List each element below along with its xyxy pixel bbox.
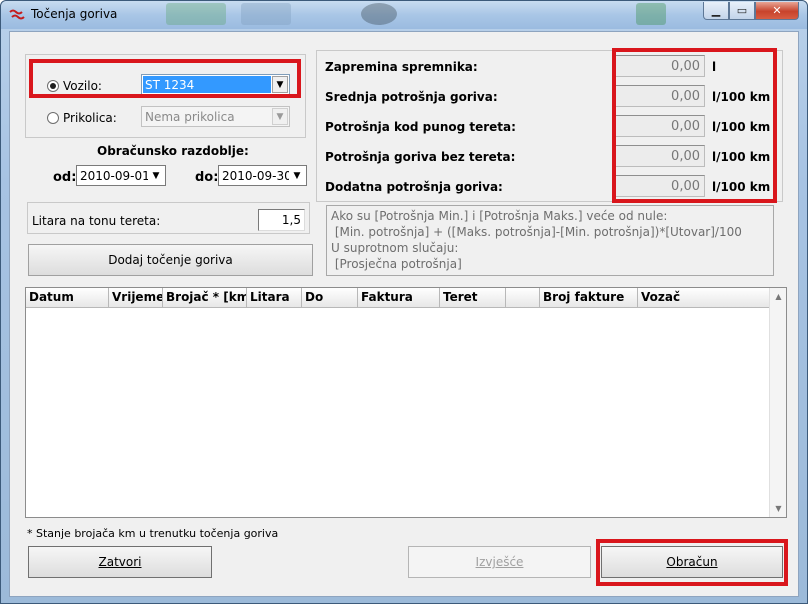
window-title: Točenja goriva — [31, 7, 118, 21]
close-button[interactable]: Zatvori — [28, 546, 212, 578]
formula-line: U suprotnom slučaju: — [331, 241, 459, 255]
formula-line: [Prosječna potrošnja] — [331, 257, 462, 271]
add-refuel-label: Dodaj točenje goriva — [108, 253, 233, 267]
minimize-button[interactable]: ▁ — [703, 2, 729, 20]
title-bg-decoration — [241, 3, 291, 25]
chevron-down-icon[interactable]: ▼ — [148, 167, 164, 184]
to-date-value: 2010-09-30 — [222, 169, 292, 183]
maximize-button[interactable]: ▭ — [729, 2, 755, 20]
from-date-picker[interactable]: 2010-09-01 ▼ — [76, 165, 166, 186]
title-bg-decoration — [361, 3, 397, 25]
consumption-label-1: Srednja potrošnja goriva: — [325, 90, 498, 104]
column-header[interactable]: Datum — [26, 288, 109, 308]
scroll-down-icon[interactable]: ▼ — [770, 500, 787, 517]
period-title: Obračunsko razdoblje: — [97, 144, 249, 158]
unit-label: l/100 km — [712, 150, 771, 164]
column-header[interactable]: Litara — [247, 288, 302, 308]
close-window-button[interactable]: ✕ — [755, 2, 799, 20]
maximize-icon: ▭ — [736, 4, 748, 17]
cargo-value: 1,5 — [281, 213, 301, 227]
column-header[interactable] — [506, 288, 540, 308]
column-header[interactable]: Teret — [440, 288, 506, 308]
vozilo-value: ST 1234 — [145, 78, 195, 92]
prikolica-combo[interactable]: Nema prikolica ▼ — [141, 106, 290, 127]
table-scrollbar[interactable]: ▲ ▼ — [769, 288, 786, 517]
formula-line: [Min. potrošnja] + ([Maks. potrošnja]-[M… — [331, 225, 742, 239]
footnote: * Stanje brojača km u trenutku točenja g… — [27, 527, 279, 540]
report-button[interactable]: Izvješće — [408, 546, 591, 578]
title-bg-decoration — [636, 3, 666, 25]
unit-label: l/100 km — [712, 120, 771, 134]
title-bar[interactable]: Točenja goriva ▁ ▭ ✕ — [1, 1, 807, 29]
chevron-down-icon[interactable]: ▼ — [272, 108, 288, 125]
no-load-consumption-value: 0,00 — [615, 145, 705, 167]
column-header[interactable]: Brojač * [km] — [163, 288, 247, 308]
consumption-label-3: Potrošnja goriva bez tereta: — [325, 150, 516, 164]
minimize-icon: ▁ — [711, 4, 721, 17]
title-bg-decoration — [166, 3, 226, 25]
consumption-label-4: Dodatna potrošnja goriva: — [325, 180, 503, 194]
tank-capacity-value: 0,00 — [615, 55, 705, 77]
unit-label: l/100 km — [712, 90, 771, 104]
to-label: do: — [195, 170, 219, 185]
vozilo-combo[interactable]: ST 1234 ▼ — [141, 74, 290, 95]
window-frame: Točenja goriva ▁ ▭ ✕ Vozilo: ST 1234 ▼ P… — [0, 0, 808, 604]
table-header: Datum Vrijeme Brojač * [km] Litara Do Fa… — [26, 288, 770, 308]
formula-note: Ako su [Potrošnja Min.] i [Potrošnja Mak… — [326, 205, 774, 276]
consumption-label-0: Zapremina spremnika: — [325, 60, 478, 74]
scroll-up-icon[interactable]: ▲ — [770, 288, 787, 305]
prikolica-radio[interactable] — [47, 112, 59, 124]
full-load-consumption-value: 0,00 — [615, 115, 705, 137]
chevron-down-icon[interactable]: ▼ — [272, 76, 288, 93]
refuel-table[interactable]: Datum Vrijeme Brojač * [km] Litara Do Fa… — [25, 287, 787, 518]
add-refuel-button[interactable]: Dodaj točenje goriva — [28, 244, 313, 276]
from-date-value: 2010-09-01 — [80, 169, 150, 183]
cargo-input[interactable]: 1,5 — [258, 209, 305, 231]
report-button-label: Izvješće — [475, 555, 524, 569]
consumption-label-2: Potrošnja kod punog tereta: — [325, 120, 516, 134]
extra-consumption-value: 0,00 — [615, 175, 705, 197]
from-label: od: — [53, 170, 77, 185]
unit-label: l/100 km — [712, 180, 771, 194]
unit-label: l — [712, 60, 717, 74]
app-logo-icon — [9, 9, 25, 20]
dialog-client-area: Vozilo: ST 1234 ▼ Prikolica: Nema prikol… — [9, 31, 799, 597]
to-date-picker[interactable]: 2010-09-30 ▼ — [218, 165, 307, 186]
column-header[interactable]: Broj fakture — [540, 288, 638, 308]
prikolica-value: Nema prikolica — [145, 110, 235, 124]
cargo-label: Litara na tonu tereta: — [32, 214, 161, 228]
column-header[interactable]: Do — [302, 288, 358, 308]
calculate-button-label: Obračun — [666, 555, 718, 569]
close-icon: ✕ — [772, 4, 782, 17]
formula-line: Ako su [Potrošnja Min.] i [Potrošnja Mak… — [331, 209, 668, 223]
vozilo-label: Vozilo: — [63, 79, 102, 93]
prikolica-label: Prikolica: — [63, 111, 117, 125]
close-button-label: Zatvori — [98, 555, 142, 569]
column-header[interactable]: Vrijeme — [109, 288, 163, 308]
avg-consumption-value: 0,00 — [615, 85, 705, 107]
calculate-button[interactable]: Obračun — [601, 546, 783, 578]
vozilo-radio[interactable] — [47, 80, 59, 92]
chevron-down-icon[interactable]: ▼ — [289, 167, 305, 184]
column-header[interactable]: Vozač — [638, 288, 770, 308]
column-header[interactable]: Faktura — [358, 288, 440, 308]
